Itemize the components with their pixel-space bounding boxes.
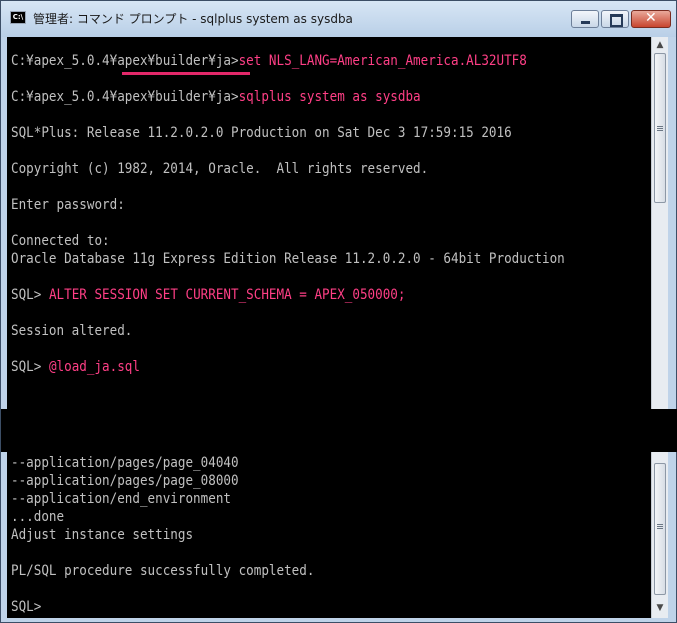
cmd-app-icon[interactable]: C:\: [10, 11, 26, 24]
console-line: ...done: [11, 509, 65, 525]
console-line: Session altered.: [11, 323, 133, 339]
prompt-text: C:¥apex_5.0.4¥apex¥builder¥ja>: [11, 53, 239, 69]
prompt-text: C:¥apex_5.0.4¥apex¥builder¥ja>: [11, 89, 239, 105]
close-button[interactable]: ✕: [631, 10, 671, 28]
console-line: Connected to:: [11, 233, 110, 249]
console-line: SQL*Plus: Release 11.2.0.2.0 Production …: [11, 125, 512, 141]
grip-line: [657, 526, 663, 527]
console-line: C:¥apex_5.0.4¥apex¥builder¥ja>set NLS_LA…: [11, 52, 527, 70]
console-line: Enter password:: [11, 197, 125, 213]
maximize-button[interactable]: [601, 10, 629, 28]
grip-line: [657, 126, 663, 127]
screenshot-splice-gap: [1, 409, 677, 452]
console-line: SQL> @load_ja.sql: [11, 358, 140, 376]
console-line: C:¥apex_5.0.4¥apex¥builder¥ja>sqlplus sy…: [11, 88, 421, 106]
grip-line: [657, 128, 663, 129]
console-line: SQL> ALTER SESSION SET CURRENT_SCHEMA = …: [11, 286, 405, 304]
console-line: PL/SQL procedure successfully completed.: [11, 563, 315, 579]
console-line: Oracle Database 11g Express Edition Rele…: [11, 251, 565, 267]
console-line: Copyright (c) 1982, 2014, Oracle. All ri…: [11, 161, 429, 177]
grip-line: [657, 528, 663, 529]
scrollbar-thumb[interactable]: [654, 463, 666, 595]
path-underline-annotation: [122, 72, 250, 75]
command-text: set NLS_LANG=American_America.AL32UTF8: [238, 53, 527, 69]
sql-prompt: SQL>: [11, 359, 49, 375]
scroll-up-arrow-icon[interactable]: ▲: [652, 37, 668, 53]
grip-line: [657, 524, 663, 525]
console-output[interactable]: C:¥apex_5.0.4¥apex¥builder¥ja>set NLS_LA…: [7, 37, 651, 618]
console-line: --application/pages/page_08000: [11, 473, 239, 489]
console-line: SQL>: [11, 599, 42, 615]
command-text: @load_ja.sql: [48, 359, 140, 375]
minimize-button[interactable]: [571, 10, 599, 28]
close-icon: ✕: [645, 10, 657, 26]
sql-prompt: SQL>: [11, 287, 49, 303]
title-bar[interactable]: C:\ 管理者: コマンド プロンプト - sqlplus system as …: [1, 1, 676, 37]
console-line: Adjust instance settings: [11, 527, 194, 543]
command-text: sqlplus system as sysdba: [238, 89, 421, 105]
command-prompt-window: C:\ 管理者: コマンド プロンプト - sqlplus system as …: [0, 0, 677, 623]
grip-line: [657, 130, 663, 131]
window-title: 管理者: コマンド プロンプト - sqlplus system as sysd…: [33, 12, 353, 26]
scroll-down-arrow-icon[interactable]: ▼: [652, 600, 668, 616]
vertical-scrollbar[interactable]: ▲ ▲ ▼: [651, 37, 668, 618]
command-text: ALTER SESSION SET CURRENT_SCHEMA = APEX_…: [48, 287, 406, 303]
console-line: --application/end_environment: [11, 491, 231, 507]
scrollbar-thumb[interactable]: [654, 53, 666, 203]
console-line: --application/pages/page_04040: [11, 455, 239, 471]
